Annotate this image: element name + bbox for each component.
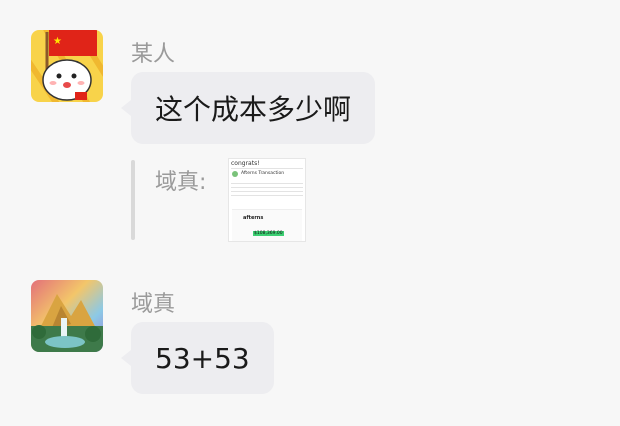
thumbnail-line <box>231 191 303 192</box>
sender-name: 某人 <box>131 42 176 67</box>
thumbnail-line <box>231 187 303 188</box>
landscape-painting-icon <box>31 280 103 352</box>
thumbnail-logo: afterns <box>243 215 264 221</box>
sender-avatar[interactable] <box>31 280 103 352</box>
message-bubble[interactable]: 53+53 <box>121 322 274 394</box>
quote-label: 域真: <box>155 170 207 195</box>
quoted-image-thumbnail[interactable]: congrats! Afterns Transaction afterns $1… <box>228 158 306 242</box>
red-flag-mascot-icon: ★ <box>31 30 103 102</box>
sender-dot-icon <box>232 171 238 177</box>
thumbnail-title: Afterns Transaction <box>241 171 285 176</box>
svg-text:★: ★ <box>53 36 62 47</box>
thumbnail-line <box>231 183 303 184</box>
thumbnail-divider <box>231 168 303 169</box>
sender-name: 域真 <box>131 292 176 317</box>
sender-avatar[interactable]: ★ <box>31 30 103 102</box>
message-bubble[interactable]: 这个成本多少啊 <box>120 72 376 144</box>
thumbnail-amount: $108,369.00 <box>253 231 284 236</box>
thumbnail-card <box>232 209 302 241</box>
thumbnail-header: congrats! <box>231 160 260 167</box>
message-text: 53+53 <box>155 341 250 375</box>
quote-bar <box>131 160 135 240</box>
message-text: 这个成本多少啊 <box>155 93 352 126</box>
thumbnail-line <box>231 195 303 196</box>
